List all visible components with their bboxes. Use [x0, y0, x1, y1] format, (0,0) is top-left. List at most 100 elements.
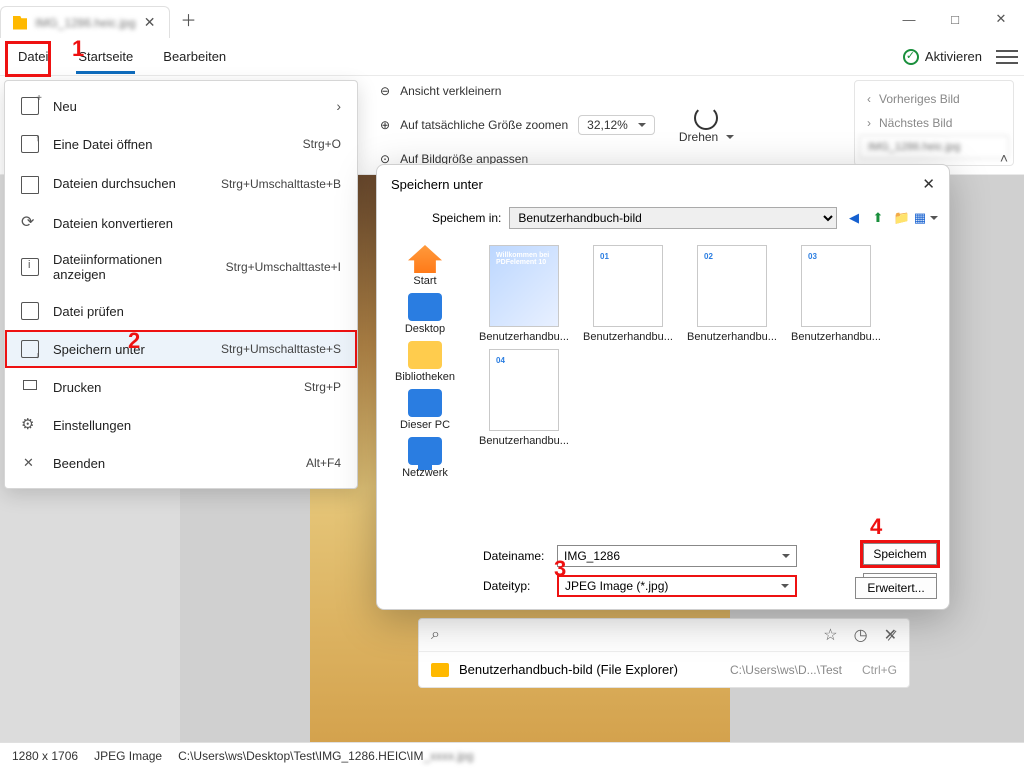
zoom-combo[interactable]: 32,12% — [578, 115, 655, 135]
maximize-button[interactable]: □ — [932, 0, 978, 38]
filename-value: IMG_1286 — [564, 549, 778, 563]
search-icon[interactable]: ⌕ — [431, 626, 440, 644]
file-thumb[interactable]: 03Benutzerhandbu... — [789, 245, 883, 343]
rotate-label: Drehen — [679, 130, 734, 144]
recent-title: Benutzerhandbuch-bild (File Explorer) — [459, 662, 678, 677]
activate-button[interactable]: Aktivieren — [903, 49, 982, 65]
menu-edit[interactable]: Bearbeiten — [151, 43, 238, 70]
save-in-row: Speichem in: Benutzerhandbuch-bild ◀ ⬆ 📁… — [377, 203, 949, 237]
activate-label: Aktivieren — [925, 49, 982, 64]
save-in-label: Speichem in: — [432, 211, 501, 225]
file-grid[interactable]: Willkommen bei PDFelement 10Benutzerhand… — [473, 237, 949, 539]
tab-close-icon[interactable]: ✕ — [144, 14, 156, 31]
save-in-combo[interactable]: Benutzerhandbuch-bild — [509, 207, 837, 229]
zoom-actual-label[interactable]: Auf tatsächliche Größe zoomen — [400, 118, 568, 132]
dialog-title: Speichern unter — [391, 177, 483, 192]
annotation-num-2: 2 — [128, 328, 140, 354]
back-icon[interactable]: ◀ — [845, 209, 863, 227]
tools-icon[interactable]: ✕̷ — [884, 625, 897, 645]
next-image[interactable]: ›Nächstes Bild — [859, 111, 1009, 135]
file-thumb[interactable]: 01Benutzerhandbu... — [581, 245, 675, 343]
file-thumb[interactable]: 02Benutzerhandbu... — [685, 245, 779, 343]
file-menu-dropdown: Neu › Eine Datei öffnenStrg+O Dateien dur… — [4, 80, 358, 489]
desktop-icon — [408, 293, 442, 321]
file-badge: IMG_1286.heic.jpg — [859, 135, 1009, 159]
status-dimensions: 1280 x 1706 — [12, 749, 78, 763]
file-thumb[interactable]: 04Benutzerhandbu... — [477, 349, 571, 447]
image-nav-panel: ‹Vorheriges Bild ›Nächstes Bild IMG_1286… — [854, 80, 1014, 166]
hamburger-icon[interactable] — [996, 50, 1018, 64]
file-menu-print[interactable]: DruckenStrg+P — [5, 368, 357, 406]
place-start[interactable]: Start — [408, 245, 442, 287]
folder-icon — [431, 663, 449, 677]
file-menu-browse[interactable]: Dateien durchsuchenStrg+Umschalttaste+B — [5, 163, 357, 204]
menu-file[interactable]: Datei — [6, 43, 60, 70]
window-controls: — □ ✕ — [886, 0, 1024, 38]
place-desktop[interactable]: Desktop — [405, 293, 445, 335]
fm-label: Dateien konvertieren — [53, 216, 173, 231]
zoom-out-label[interactable]: Ansicht verkleinern — [400, 84, 501, 98]
document-tab[interactable]: IMG_1286.heic.jpg ✕ — [0, 6, 170, 38]
file-thumb[interactable]: Willkommen bei PDFelement 10Benutzerhand… — [477, 245, 571, 343]
history-icon[interactable]: ◷ — [854, 625, 868, 645]
star-icon[interactable]: ☆ — [823, 625, 837, 645]
next-label: Nächstes Bild — [879, 116, 952, 130]
libraries-icon — [408, 341, 442, 369]
check-file-icon — [21, 302, 39, 320]
fm-label: Einstellungen — [53, 418, 131, 433]
gear-icon — [21, 416, 39, 434]
file-menu-convert[interactable]: Dateien konvertieren — [5, 204, 357, 242]
filename-combo[interactable]: IMG_1286 — [557, 545, 797, 567]
info-icon — [21, 258, 39, 276]
titlebar: IMG_1286.heic.jpg ✕ ＋ — □ ✕ — [0, 0, 1024, 38]
file-menu-check[interactable]: Datei prüfen — [5, 292, 357, 330]
new-folder-icon[interactable]: 📁 — [893, 209, 911, 227]
minimize-button[interactable]: — — [886, 0, 932, 38]
rotate-icon — [694, 106, 718, 130]
zoom-out-icon[interactable]: ⊖ — [380, 84, 390, 98]
prev-image[interactable]: ‹Vorheriges Bild — [859, 87, 1009, 111]
rotate-button[interactable]: Drehen — [679, 106, 734, 144]
advanced-button[interactable]: Erweitert... — [855, 577, 937, 599]
filetype-label: Dateityp: — [483, 579, 547, 593]
recent-shortcut: Ctrl+G — [862, 663, 897, 677]
annotation-num-4: 4 — [870, 514, 882, 540]
filetype-combo[interactable]: JPEG Image (*.jpg) — [557, 575, 797, 597]
fm-shortcut: Strg+O — [303, 137, 341, 151]
view-menu-icon[interactable]: ▦ — [917, 209, 935, 227]
place-network[interactable]: Netzwerk — [402, 437, 448, 479]
file-menu-save-as[interactable]: Speichern unterStrg+Umschalttaste+S — [5, 330, 357, 368]
file-menu-new[interactable]: Neu › — [5, 87, 357, 125]
save-button[interactable]: Speichem — [863, 543, 937, 565]
fm-label: Dateiinformationen anzeigen — [53, 252, 212, 282]
open-icon — [21, 135, 39, 153]
convert-icon — [21, 214, 39, 232]
fm-shortcut: Strg+P — [304, 380, 341, 394]
dialog-close-icon[interactable]: ✕ — [922, 175, 935, 193]
annotation-num-1: 1 — [72, 36, 84, 62]
close-button[interactable]: ✕ — [978, 0, 1024, 38]
file-menu-info[interactable]: Dateiinformationen anzeigenStrg+Umschalt… — [5, 242, 357, 292]
chevron-down-icon — [777, 579, 789, 593]
place-this-pc[interactable]: Dieser PC — [400, 389, 450, 431]
place-libraries[interactable]: Bibliotheken — [395, 341, 455, 383]
fm-label: Datei prüfen — [53, 304, 124, 319]
zoom-actual-icon[interactable]: ⊕ — [380, 118, 390, 132]
new-tab-button[interactable]: ＋ — [180, 7, 196, 31]
file-menu-open[interactable]: Eine Datei öffnenStrg+O — [5, 125, 357, 163]
chevron-down-icon — [778, 549, 790, 563]
exit-icon — [21, 454, 39, 472]
recent-path: C:\Users\ws\D...\Test — [730, 663, 842, 677]
recent-item[interactable]: Benutzerhandbuch-bild (File Explorer) C:… — [419, 651, 909, 687]
up-icon[interactable]: ⬆ — [869, 209, 887, 227]
dialog-titlebar: Speichern unter ✕ — [377, 165, 949, 203]
pc-icon — [408, 389, 442, 417]
collapse-toolbar-icon[interactable]: ˄ — [1000, 150, 1008, 166]
file-menu-exit[interactable]: BeendenAlt+F4 — [5, 444, 357, 482]
file-icon — [13, 16, 27, 30]
chevron-right-icon: › — [336, 98, 341, 114]
statusbar: 1280 x 1706 JPEG Image C:\Users\ws\Deskt… — [0, 742, 1024, 768]
fm-label: Neu — [53, 99, 77, 114]
file-menu-settings[interactable]: Einstellungen — [5, 406, 357, 444]
fm-label: Beenden — [53, 456, 105, 471]
